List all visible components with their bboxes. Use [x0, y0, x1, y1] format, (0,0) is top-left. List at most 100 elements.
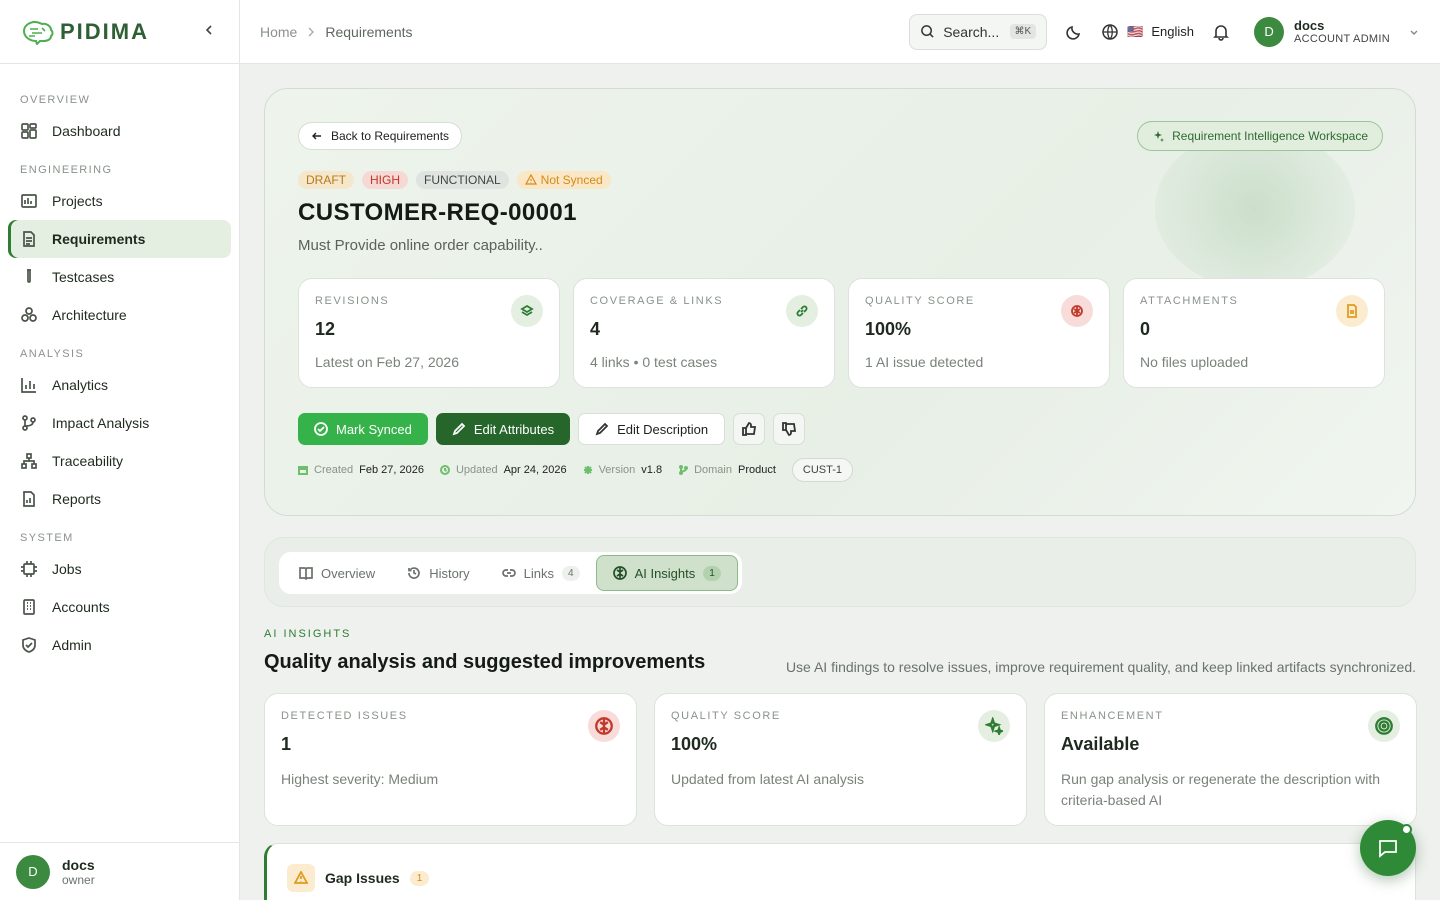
gap-issues-header: Gap Issues 1: [287, 864, 430, 892]
sidebar-item-label: Dashboard: [52, 123, 121, 139]
gap-issues-count: 1: [409, 870, 430, 886]
sidebar-item-impact-analysis[interactable]: Impact Analysis: [8, 404, 231, 442]
thumbs-down-icon: [782, 422, 797, 436]
stat-label: ENHANCEMENT: [1061, 710, 1164, 722]
tab-history[interactable]: History: [391, 555, 485, 591]
stat-card-attachments[interactable]: ATTACHMENTS 0 No files uploaded: [1123, 278, 1385, 388]
meta-updated: Updated Apr 24, 2026: [439, 464, 567, 476]
tag-chip[interactable]: CUST-1: [791, 458, 854, 482]
meta-created-label: Created: [314, 464, 354, 476]
notifications-button[interactable]: [1212, 23, 1230, 41]
ai-card-detected-issues[interactable]: DETECTED ISSUES 1 Highest severity: Medi…: [264, 693, 637, 826]
thumbs-up-button[interactable]: [733, 413, 766, 445]
moon-icon: [1066, 25, 1081, 40]
edit-description-button[interactable]: Edit Description: [578, 413, 726, 445]
ai-card-quality-score[interactable]: QUALITY SCORE 100% Updated from latest A…: [654, 693, 1027, 826]
tab-label: Links: [523, 565, 554, 581]
stat-value: 4: [590, 319, 601, 339]
tab-overview[interactable]: Overview: [283, 555, 391, 591]
sidebar-item-requirements[interactable]: Requirements: [8, 220, 231, 258]
gap-issues-card[interactable]: Gap Issues 1: [264, 843, 1416, 900]
tab-bar: Overview History Links 4 AI Insights 1: [279, 552, 742, 594]
user-name: docs: [1294, 18, 1325, 33]
chat-button[interactable]: [1360, 820, 1416, 876]
tab-label: History: [429, 565, 470, 581]
stat-sub: 4 links • 0 test cases: [590, 354, 718, 370]
search-placeholder: Search...: [943, 23, 1000, 40]
stat-label: QUALITY SCORE: [865, 295, 975, 307]
sidebar-item-jobs[interactable]: Jobs: [8, 550, 231, 588]
type-badge: FUNCTIONAL: [416, 171, 509, 189]
sidebar-item-accounts[interactable]: Accounts: [8, 588, 231, 626]
chat-status-dot: [1401, 824, 1412, 835]
sidebar-item-dashboard[interactable]: Dashboard: [8, 112, 231, 150]
flag-icon: 🇺🇸: [1127, 23, 1144, 39]
stat-sub: 1 AI issue detected: [865, 354, 984, 370]
search-input[interactable]: Search... ⌘K: [909, 13, 1048, 50]
sidebar-item-label: Testcases: [52, 269, 115, 285]
gap-issues-title: Gap Issues: [325, 870, 400, 886]
meta-version-label: Version: [598, 464, 636, 476]
stat-card-coverage[interactable]: COVERAGE & LINKS 4 4 links • 0 test case…: [573, 278, 835, 388]
pencil-icon: [452, 422, 466, 436]
testcases-icon: [27, 269, 31, 283]
brain-icon: [612, 566, 627, 580]
back-label: Back to Requirements: [331, 129, 450, 143]
target-icon: [1368, 710, 1400, 742]
sidebar-item-projects[interactable]: Projects: [8, 182, 231, 220]
sidebar-item-testcases[interactable]: Testcases: [8, 258, 231, 296]
sidebar-item-traceability[interactable]: Traceability: [8, 442, 231, 480]
avatar: D: [16, 854, 50, 889]
search-icon: [921, 25, 934, 38]
sidebar-item-label: Architecture: [52, 307, 127, 323]
analytics-icon: [21, 378, 36, 393]
warning-icon: [287, 864, 315, 892]
theme-toggle-button[interactable]: [1065, 23, 1083, 41]
mark-synced-label: Mark Synced: [336, 421, 412, 437]
back-to-requirements-button[interactable]: Back to Requirements: [298, 122, 463, 150]
thumbs-down-button[interactable]: [773, 413, 806, 445]
ai-insights-subtitle: Use AI findings to resolve issues, impro…: [785, 659, 1416, 675]
stat-card-quality[interactable]: QUALITY SCORE 100% 1 AI issue detected: [848, 278, 1110, 388]
sidebar-item-admin[interactable]: Admin: [8, 626, 231, 664]
stat-label: QUALITY SCORE: [671, 710, 781, 722]
chevron-left-icon: [205, 24, 212, 35]
brand-logo[interactable]: PIDIMA: [20, 19, 149, 45]
meta-domain-value: Product: [737, 464, 776, 476]
tab-count: 4: [562, 565, 580, 581]
meta-domain: Domain Product: [678, 464, 776, 476]
language-selector[interactable]: 🇺🇸 English: [1101, 23, 1194, 41]
architecture-icon: [21, 307, 37, 322]
ai-card-enhancement[interactable]: ENHANCEMENT Available Run gap analysis o…: [1044, 693, 1417, 826]
breadcrumb: Home Requirements: [260, 24, 413, 40]
sidebar-item-label: Projects: [52, 193, 103, 209]
breadcrumb-home[interactable]: Home: [260, 24, 297, 40]
brain-icon: [588, 710, 620, 742]
edit-attributes-button[interactable]: Edit Attributes: [435, 413, 571, 445]
sidebar-item-reports[interactable]: Reports: [8, 480, 231, 518]
file-icon: [1336, 295, 1368, 327]
requirement-hero-card: Back to Requirements Requirement Intelli…: [264, 88, 1416, 516]
sidebar-item-architecture[interactable]: Architecture: [8, 296, 231, 334]
stat-card-revisions[interactable]: REVISIONS 12 Latest on Feb 27, 2026: [298, 278, 560, 388]
status-badges: DRAFT HIGH FUNCTIONAL Not Synced: [298, 171, 611, 189]
brain-icon: [1061, 295, 1093, 327]
intelligence-workspace-button[interactable]: Requirement Intelligence Workspace: [1137, 121, 1383, 151]
stat-value: 100%: [671, 734, 718, 754]
topbar: Home Requirements Search... ⌘K 🇺🇸 Englis…: [240, 0, 1440, 64]
tab-links[interactable]: Links 4: [486, 555, 596, 591]
sidebar-item-label: Admin: [52, 637, 92, 653]
sidebar-user[interactable]: D docs owner: [0, 842, 239, 900]
sparkles-icon: [1154, 131, 1165, 142]
stat-sub: Updated from latest AI analysis: [671, 771, 864, 787]
mark-synced-button[interactable]: Mark Synced: [298, 413, 428, 445]
user-menu[interactable]: D docs ACCOUNT ADMIN: [1254, 16, 1420, 47]
stat-label: REVISIONS: [315, 295, 390, 307]
tab-ai-insights[interactable]: AI Insights 1: [595, 555, 738, 591]
brand-bar: PIDIMA: [0, 0, 239, 64]
stat-label: COVERAGE & LINKS: [590, 295, 724, 307]
collapse-sidebar-button[interactable]: [199, 23, 219, 41]
pencil-icon: [595, 422, 609, 436]
sidebar-item-analytics[interactable]: Analytics: [8, 366, 231, 404]
meta-updated-value: Apr 24, 2026: [503, 464, 567, 476]
